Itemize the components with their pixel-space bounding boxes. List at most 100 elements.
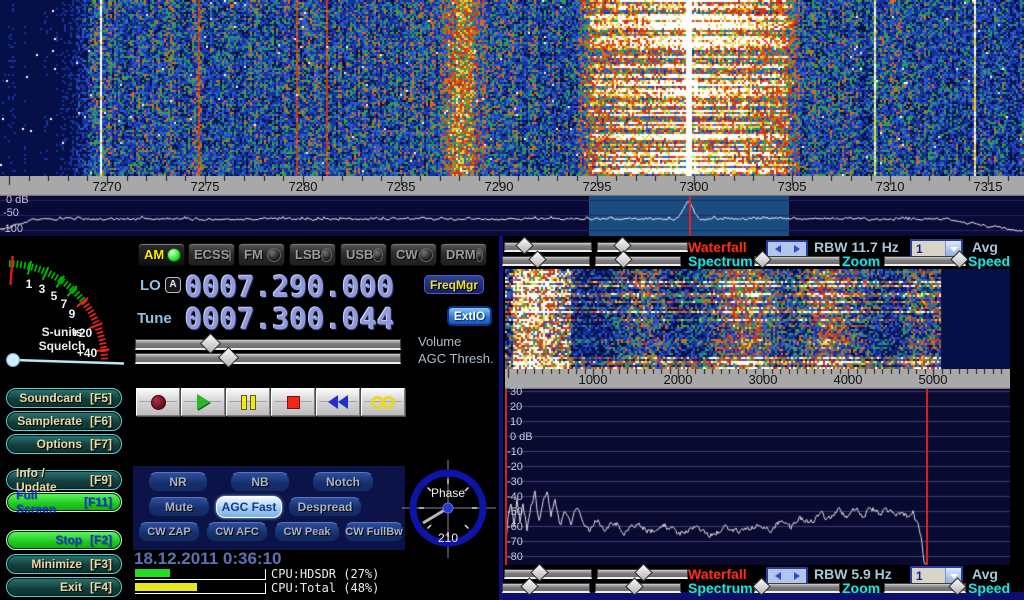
audio-db-label: -20 [507,461,523,473]
audio-scale-label: 2000 [664,372,693,387]
avg-dropdown-value: 1 [912,569,945,583]
play-button[interactable] [181,388,225,416]
fullscreen-button[interactable]: Full Screen[F11] [6,492,122,512]
extio-button[interactable]: ExtIO [447,306,492,326]
volume-label: Volume [418,334,461,349]
slider-thumb[interactable] [531,563,549,581]
cpu-total-track [135,583,266,594]
rewind-icon [328,395,348,409]
mode-ecss-button[interactable]: ECSS [188,243,235,266]
dsp-label: CW ZAP [147,526,190,538]
audio-waterfall[interactable] [505,269,1010,369]
button-key: [F3] [90,557,112,571]
info-update-button[interactable]: Info / Update[F9] [6,470,122,490]
minimize-button[interactable]: Minimize[F3] [6,554,122,574]
audio-scale-label: 5000 [919,372,948,387]
exit-button[interactable]: Exit[F4] [6,577,122,597]
stop-button[interactable]: Stop[F2] [6,530,122,550]
audio-spectrum-tab[interactable]: Spectrum [688,580,753,596]
audio-marker-right[interactable] [926,389,928,565]
despread-button[interactable]: Despread [288,497,362,517]
wf-brightness-slider[interactable] [504,242,592,252]
slider-thumb[interactable] [520,577,538,595]
s-meter-tick-label: 9 [69,307,76,321]
audio-zoom-label: Zoom [842,580,880,596]
spec-contrast-slider[interactable] [595,256,681,266]
rf-scale-label: 7285 [387,179,416,194]
soundcard-button[interactable]: Soundcard[F5] [6,388,122,408]
lo-auto-badge[interactable]: A [165,277,181,293]
button-label: Samplerate [17,414,82,428]
mode-lsb-button[interactable]: LSB [289,243,336,266]
spin-left-icon[interactable] [775,572,781,580]
record-icon [151,395,166,410]
rf-waterfall[interactable] [0,0,1024,176]
freqmgr-label: FreqMgr [430,278,478,292]
pause-icon [241,395,256,410]
audio-speed-slider[interactable] [884,583,966,593]
zoom-slider[interactable] [754,256,840,266]
options-button[interactable]: Options[F7] [6,434,122,454]
mode-cw-button[interactable]: CW [390,243,437,266]
agc-threshold-label: AGC Thresh. [418,351,494,366]
volume-slider-thumb[interactable] [200,333,221,354]
spin-right-icon[interactable] [794,245,800,253]
agc-fast-button[interactable]: AGC Fast [216,496,282,518]
cw-afc-button[interactable]: CW AFC [206,522,268,542]
cw-peak-button[interactable]: CW Peak [274,522,340,542]
aspec-contrast-slider[interactable] [595,583,681,593]
squelch-needle[interactable] [14,360,124,364]
agc-threshold-slider[interactable] [135,353,401,364]
agc-slider-thumb[interactable] [218,347,239,368]
tune-marker[interactable] [689,196,691,236]
lo-frequency[interactable]: 0007.290.000 [185,270,395,304]
mode-led-icon [419,248,433,262]
mode-fm-button[interactable]: FM [238,243,285,266]
mode-label: USB [346,247,373,262]
volume-slider[interactable] [135,339,401,350]
rf-scale-label: 7280 [289,179,318,194]
nr-button[interactable]: NR [148,472,208,492]
record-button[interactable] [136,388,180,416]
tune-frequency[interactable]: 0007.300.044 [185,302,395,336]
cw-zap-button[interactable]: CW ZAP [138,522,200,542]
loop-button[interactable] [361,388,405,416]
pause-button[interactable] [226,388,270,416]
freqmgr-button[interactable]: FreqMgr [424,275,484,294]
slider-thumb[interactable] [529,250,547,268]
cpu-hdsdr-track [135,569,266,580]
audio-zoom-slider[interactable] [754,583,840,593]
rf-spectrum-trace [0,196,1024,236]
squelch-handle[interactable] [7,354,20,367]
spin-right-icon[interactable] [794,572,800,580]
awf-brightness-slider[interactable] [504,569,592,579]
dsp-label: CW Peak [283,526,330,538]
button-key: [F2] [90,533,112,547]
mode-drm-button[interactable]: DRM [440,243,487,266]
rf-spectrum-tab[interactable]: Spectrum [688,253,753,269]
cw-fullbw-button[interactable]: CW FullBw [344,522,404,542]
rewind-button[interactable] [316,388,360,416]
dsp-label: Mute [165,500,193,514]
mode-usb-button[interactable]: USB [340,243,387,266]
mode-led-icon [167,248,181,262]
slider-thumb[interactable] [614,250,632,268]
nb-button[interactable]: NB [230,472,290,492]
audio-db-label: -80 [507,551,523,563]
spec-brightness-slider[interactable] [502,256,590,266]
spin-left-icon[interactable] [775,245,781,253]
s-meter-tick-label: 3 [39,282,46,296]
play-icon [197,394,210,410]
aspec-brightness-slider[interactable] [502,583,590,593]
mode-am-button[interactable]: AM [138,243,185,266]
notch-button[interactable]: Notch [312,472,374,492]
speed-slider[interactable] [884,256,966,266]
samplerate-button[interactable]: Samplerate[F6] [6,411,122,431]
stop-playback-button[interactable] [271,388,315,416]
mute-button[interactable]: Mute [148,497,210,517]
slider-thumb[interactable] [625,577,643,595]
awf-contrast-slider[interactable] [597,569,688,579]
mode-led-icon [229,248,231,262]
wf-contrast-slider[interactable] [597,242,688,252]
slider-thumb[interactable] [515,236,533,254]
